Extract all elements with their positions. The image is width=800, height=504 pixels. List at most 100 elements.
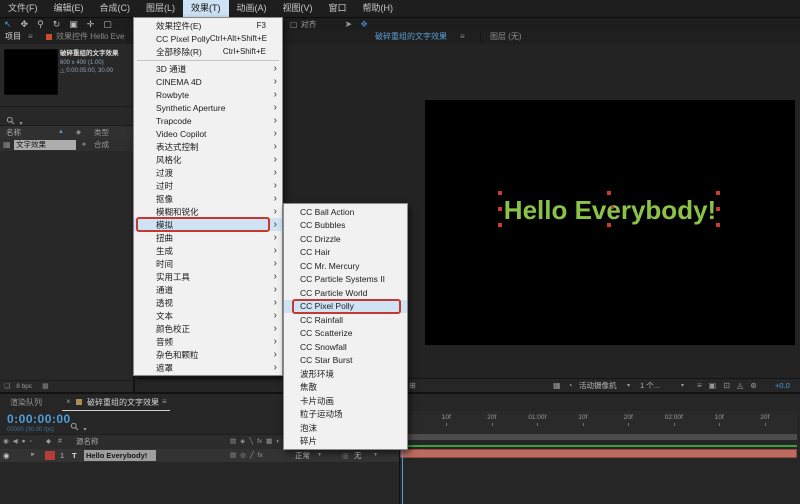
parent-select[interactable]: 无 <box>354 449 362 462</box>
menubar-item[interactable]: 效果(T) <box>183 0 229 17</box>
align-toggle[interactable]: ▢ 对齐 <box>290 19 317 30</box>
menubar-item[interactable]: 窗口 <box>321 0 355 17</box>
submenu-item[interactable]: 粒子运动场 <box>284 408 407 422</box>
menubar-item[interactable]: 合成(C) <box>92 0 139 17</box>
selection-handle[interactable] <box>607 191 611 195</box>
tab-effect-controls[interactable]: 效果控件 Hello Eve <box>56 30 124 44</box>
effects-menu-item[interactable]: Synthetic Aperture › <box>134 101 282 114</box>
effects-menu-item[interactable]: 模拟 › <box>134 218 282 231</box>
pan-behind-tool-icon[interactable]: ✛ <box>87 18 95 30</box>
camera-tool-icon[interactable]: ▣ <box>69 18 78 30</box>
frame-blend-icon[interactable]: ▦ <box>266 435 272 449</box>
layer-row[interactable]: ◉ ► 1 T Hello Everybody! ▤◎╱fx 正常 ▾ ◎ 无 … <box>0 449 400 462</box>
zoom-tool-icon[interactable]: ⚲ <box>37 18 44 30</box>
current-time-icon[interactable]: ◔ <box>568 379 573 393</box>
fast-previews-icon[interactable]: ◬ <box>737 379 743 393</box>
label-column-icon[interactable]: ◆ <box>46 435 51 449</box>
menubar-item[interactable]: 文件(F) <box>0 0 46 17</box>
effects-menu-item[interactable]: 表达式控制 › <box>134 140 282 153</box>
selection-handle[interactable] <box>498 223 502 227</box>
submenu-item[interactable]: 焦散 <box>284 381 407 395</box>
solo-icon[interactable]: ● <box>22 435 26 449</box>
selection-handle[interactable] <box>498 207 502 211</box>
hamburger-icon[interactable]: ≡ <box>460 30 465 44</box>
effects-menu-item[interactable]: Video Copilot › <box>134 127 282 140</box>
shy-icon[interactable]: ▤ <box>230 449 236 463</box>
expand-arrow-icon[interactable]: ► <box>30 449 36 462</box>
menubar-item[interactable]: 视图(V) <box>275 0 321 17</box>
caret-down-icon[interactable]: ▾ <box>627 379 630 393</box>
effects-menu-item[interactable]: 透视 › <box>134 296 282 309</box>
submenu-item[interactable]: CC Ball Action <box>284 205 407 219</box>
quality-icon[interactable]: ╲ <box>249 435 253 449</box>
effects-menu-item[interactable]: 音频 › <box>134 335 282 348</box>
tab-layer[interactable]: 图层 (无) <box>490 30 522 44</box>
submenu-item[interactable]: CC Scatterize <box>284 327 407 341</box>
submenu-item[interactable]: CC Pixel Polly <box>284 300 407 314</box>
effects-menu-item[interactable]: CINEMA 4D › <box>134 75 282 88</box>
rotation-tool-icon[interactable]: ↻ <box>53 18 61 30</box>
quality-icon[interactable]: ╱ <box>250 449 254 463</box>
effects-menu-item[interactable]: 通道 › <box>134 283 282 296</box>
menubar-item[interactable]: 编辑(E) <box>46 0 92 17</box>
color-chip-icon[interactable]: ■ <box>82 139 86 151</box>
selection-handle[interactable] <box>716 207 720 211</box>
exposure-value[interactable]: +0.0 <box>775 379 790 393</box>
selection-tool-icon[interactable]: ↖ <box>4 18 12 30</box>
selection-handle[interactable] <box>716 191 720 195</box>
video-eye-icon[interactable]: ◉ <box>3 449 10 462</box>
active-camera-select[interactable]: 活动摄像机 <box>579 379 617 393</box>
effects-menu-item[interactable]: 抠像 › <box>134 192 282 205</box>
submenu-item[interactable]: CC Mr. Mercury <box>284 259 407 273</box>
effects-menu-item[interactable]: 时间 › <box>134 257 282 270</box>
project-item-row[interactable]: ▦ 文字效果 ■ 合成 <box>0 139 133 151</box>
blend-mode-select[interactable]: 正常 <box>295 449 310 462</box>
trash-icon[interactable]: ▦ <box>42 383 49 390</box>
selection-handle[interactable] <box>716 223 720 227</box>
menubar-item[interactable]: 帮助(H) <box>355 0 402 17</box>
caret-down-icon[interactable]: ▾ <box>374 449 377 462</box>
source-name-column[interactable]: 源名称 <box>76 435 99 449</box>
project-flowchart-icon[interactable]: ❏ <box>4 383 10 390</box>
mask-visibility-icon[interactable]: ≡ <box>697 379 702 393</box>
submenu-item[interactable]: CC Particle Systems II <box>284 273 407 287</box>
effects-menu-item[interactable]: 过时 › <box>134 179 282 192</box>
submenu-item[interactable]: 卡片动画 <box>284 394 407 408</box>
effects-menu-item[interactable]: 3D 通道 › <box>134 62 282 75</box>
work-area-bar[interactable] <box>400 434 797 440</box>
menubar-item[interactable]: 图层(L) <box>138 0 183 17</box>
submenu-item[interactable]: CC Bubbles <box>284 219 407 233</box>
hamburger-icon[interactable]: ≡ <box>28 30 33 44</box>
preview-region-icon[interactable]: ▣ <box>709 379 717 393</box>
tab-project[interactable]: 项目 <box>5 30 21 44</box>
hamburger-icon[interactable]: ≡ <box>162 397 167 406</box>
column-name[interactable]: 名称 <box>6 126 21 139</box>
motion-blur-icon[interactable]: ◐ <box>276 435 280 449</box>
rect-tool-icon[interactable]: ▢ <box>103 18 112 30</box>
text-layer-content[interactable]: Hello Everybody! <box>425 195 795 226</box>
submenu-item[interactable]: CC Drizzle <box>284 232 407 246</box>
effects-menu-item[interactable]: 遮罩 › <box>134 361 282 374</box>
tab-render-queue[interactable]: 渲染队列 <box>10 397 42 408</box>
collapse-icon[interactable]: ◎ <box>240 449 246 463</box>
submenu-item[interactable]: 碎片 <box>284 435 407 449</box>
comp-thumbnail[interactable] <box>4 49 58 95</box>
effects-menu-item[interactable]: 效果控件(E) F3 › <box>134 19 282 32</box>
layer-name[interactable]: Hello Everybody! <box>84 450 156 461</box>
pixel-aspect-icon[interactable]: ⊡ <box>723 379 730 393</box>
submenu-item[interactable]: CC Particle World <box>284 286 407 300</box>
caret-down-icon[interactable]: ▾ <box>318 449 321 462</box>
current-timecode[interactable]: 0:00:00:00 <box>7 412 71 426</box>
anchor-point[interactable] <box>611 206 614 209</box>
submenu-item[interactable]: CC Hair <box>284 246 407 260</box>
grid-icon[interactable]: ❖ <box>360 19 368 30</box>
effects-menu-item[interactable]: 扭曲 › <box>134 231 282 244</box>
effects-menu-item[interactable]: 模糊和锐化 › <box>134 205 282 218</box>
fx-icon[interactable]: fx <box>257 435 262 449</box>
transparency-grid-icon[interactable]: ▦ <box>553 379 561 393</box>
menubar-item[interactable]: 动画(A) <box>229 0 275 17</box>
close-icon[interactable]: × <box>66 397 71 406</box>
effects-menu-item[interactable]: 全部移除(R) Ctrl+Shift+E › <box>134 45 282 58</box>
pointer-icon[interactable]: ➤ <box>345 19 353 30</box>
view-layout-select[interactable]: 1 个... <box>640 379 660 393</box>
